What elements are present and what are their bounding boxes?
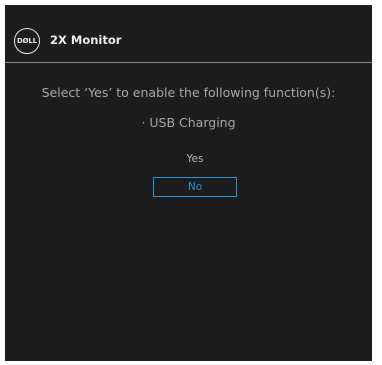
monitor-title: 2X Monitor	[50, 33, 122, 47]
dell-logo: DØLL	[14, 28, 40, 54]
dell-logo-text: DØLL	[17, 37, 37, 45]
header-divider	[5, 62, 372, 63]
osd-header: DØLL 2X Monitor	[5, 5, 372, 63]
function-list-item-usb-charging: · USB Charging	[141, 115, 236, 130]
monitor-osd-panel: DØLL 2X Monitor Select ‘Yes’ to enable t…	[5, 5, 372, 361]
confirmation-prompt: Select ‘Yes’ to enable the following fun…	[41, 85, 336, 100]
yes-option-button[interactable]: Yes	[153, 149, 237, 169]
no-option-button[interactable]: No	[153, 177, 237, 197]
